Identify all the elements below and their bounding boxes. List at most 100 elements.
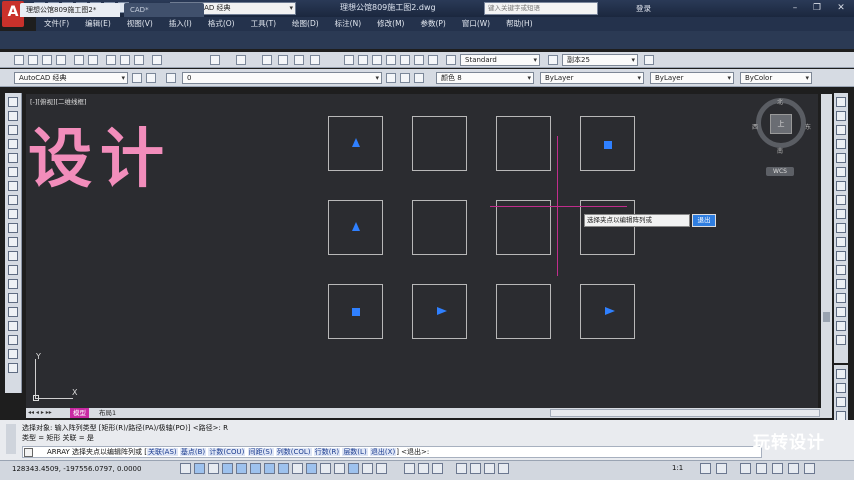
zoom-previous-icon[interactable] — [310, 55, 320, 65]
pan-status-icon[interactable] — [456, 463, 467, 474]
cut-icon[interactable] — [106, 55, 116, 65]
annotation-visibility-icon[interactable] — [700, 463, 711, 474]
print-icon[interactable] — [56, 55, 66, 65]
array-cell[interactable] — [580, 116, 635, 171]
menu-insert[interactable]: 插入(I) — [161, 17, 200, 31]
menu-window[interactable]: 窗口(W) — [454, 17, 498, 31]
triangle-up-grip-icon[interactable] — [352, 222, 360, 231]
sheet-set-icon[interactable] — [386, 55, 396, 65]
offset-icon[interactable] — [836, 139, 846, 149]
dim-style-dropdown[interactable]: 副本25 — [562, 54, 638, 66]
polygon-icon[interactable] — [8, 139, 18, 149]
arc-icon[interactable] — [8, 167, 18, 177]
zoom-icon[interactable] — [278, 55, 288, 65]
layer-properties-icon[interactable] — [166, 73, 176, 83]
mirror-icon[interactable] — [836, 125, 846, 135]
region-icon[interactable] — [8, 321, 18, 331]
array-cell[interactable] — [580, 200, 635, 255]
plotstyle-dropdown[interactable]: ByColor — [740, 72, 812, 84]
undo-icon[interactable] — [210, 55, 220, 65]
array-cell[interactable] — [412, 200, 467, 255]
linetype-dropdown[interactable]: ByLayer — [540, 72, 644, 84]
redo-icon[interactable] — [236, 55, 246, 65]
spline-icon[interactable] — [8, 209, 18, 219]
array-cell[interactable] — [328, 116, 383, 171]
compass-north[interactable]: 北 — [777, 97, 783, 106]
tab-drawing-1[interactable]: 理想公馆809施工图2* — [20, 3, 120, 17]
chamfer-icon[interactable] — [836, 293, 846, 303]
bring-above-icon[interactable] — [836, 397, 846, 407]
menu-format[interactable]: 格式(O) — [200, 17, 243, 31]
option-spacing[interactable]: 间距(S) — [247, 448, 274, 456]
make-current-layer-icon[interactable] — [386, 73, 396, 83]
bring-to-front-icon[interactable] — [836, 369, 846, 379]
tab-model[interactable]: 模型 — [70, 408, 89, 418]
snap-mode-icon[interactable] — [194, 463, 205, 474]
break-icon[interactable] — [836, 265, 846, 275]
tab-layout1[interactable]: 布局1 — [96, 408, 119, 418]
menu-draw[interactable]: 绘图(D) — [284, 17, 327, 31]
option-associative[interactable]: 关联(AS) — [146, 448, 178, 456]
array-cell[interactable] — [328, 284, 383, 339]
scale-icon[interactable] — [836, 195, 846, 205]
option-rows[interactable]: 行数(R) — [313, 448, 341, 456]
pan-icon[interactable] — [262, 55, 272, 65]
copy-object-icon[interactable] — [836, 111, 846, 121]
array-cell[interactable] — [580, 284, 635, 339]
ellipse-arc-icon[interactable] — [8, 237, 18, 247]
erase-icon[interactable] — [836, 97, 846, 107]
open-icon[interactable] — [28, 55, 38, 65]
array-cell[interactable] — [496, 284, 551, 339]
point-icon[interactable] — [8, 279, 18, 289]
help-icon[interactable] — [428, 55, 438, 65]
workspace-save-icon[interactable] — [146, 73, 156, 83]
ellipse-icon[interactable] — [8, 223, 18, 233]
layer-dropdown[interactable]: 0 — [182, 72, 382, 84]
selection-cycling-icon[interactable] — [362, 463, 373, 474]
annotation-monitor-icon[interactable] — [376, 463, 387, 474]
hatch-icon[interactable] — [8, 293, 18, 303]
markup-icon[interactable] — [400, 55, 410, 65]
dynamic-input-icon[interactable] — [306, 463, 317, 474]
revision-cloud-icon[interactable] — [8, 195, 18, 205]
workspace-dropdown-2[interactable]: AutoCAD 经典 — [14, 72, 128, 84]
vertical-scrollbar[interactable] — [821, 94, 832, 408]
array-cell[interactable] — [328, 200, 383, 255]
zoom-status-icon[interactable] — [470, 463, 481, 474]
ortho-mode-icon[interactable] — [222, 463, 233, 474]
blend-curves-icon[interactable] — [836, 321, 846, 331]
trim-icon[interactable] — [836, 223, 846, 233]
search-input[interactable]: 键入关键字或短语 — [484, 2, 598, 15]
menu-dimension[interactable]: 标注(N) — [327, 17, 369, 31]
array-cell[interactable] — [496, 200, 551, 255]
option-columns[interactable]: 列数(COL) — [275, 448, 312, 456]
layer-previous-icon[interactable] — [400, 73, 410, 83]
multiline-text-icon[interactable] — [8, 349, 18, 359]
object-snap-icon[interactable] — [250, 463, 261, 474]
square-grip-icon[interactable] — [604, 141, 612, 149]
menu-parametric[interactable]: 参数(P) — [412, 17, 453, 31]
login-link[interactable]: 登录 — [636, 3, 651, 14]
coordinate-readout[interactable]: 128343.4509, -197556.0797, 0.0000 — [12, 465, 141, 473]
stretch-icon[interactable] — [836, 209, 846, 219]
3d-object-snap-icon[interactable] — [264, 463, 275, 474]
quick-view-layouts-icon[interactable] — [418, 463, 429, 474]
triangle-right-grip-icon[interactable] — [437, 307, 447, 315]
compass-east[interactable]: 东 — [805, 122, 811, 131]
command-window-grip-icon[interactable] — [6, 424, 16, 454]
menu-help[interactable]: 帮助(H) — [498, 17, 541, 31]
paste-icon[interactable] — [134, 55, 144, 65]
transparency-icon[interactable] — [334, 463, 345, 474]
gradient-icon[interactable] — [8, 307, 18, 317]
option-count[interactable]: 计数(COU) — [208, 448, 246, 456]
compass-west[interactable]: 西 — [752, 122, 758, 131]
explode-icon[interactable] — [836, 335, 846, 345]
lock-ui-icon[interactable] — [756, 463, 767, 474]
layout-nav-arrows-icon[interactable]: ◂◂ ◂ ▸ ▸▸ — [28, 409, 68, 417]
triangle-right-grip-icon[interactable] — [605, 307, 615, 315]
insert-block-icon[interactable] — [8, 251, 18, 261]
settings-gear-icon[interactable] — [132, 73, 142, 83]
preview-icon[interactable] — [74, 55, 84, 65]
design-center-icon[interactable] — [358, 55, 368, 65]
circle-icon[interactable] — [8, 181, 18, 191]
